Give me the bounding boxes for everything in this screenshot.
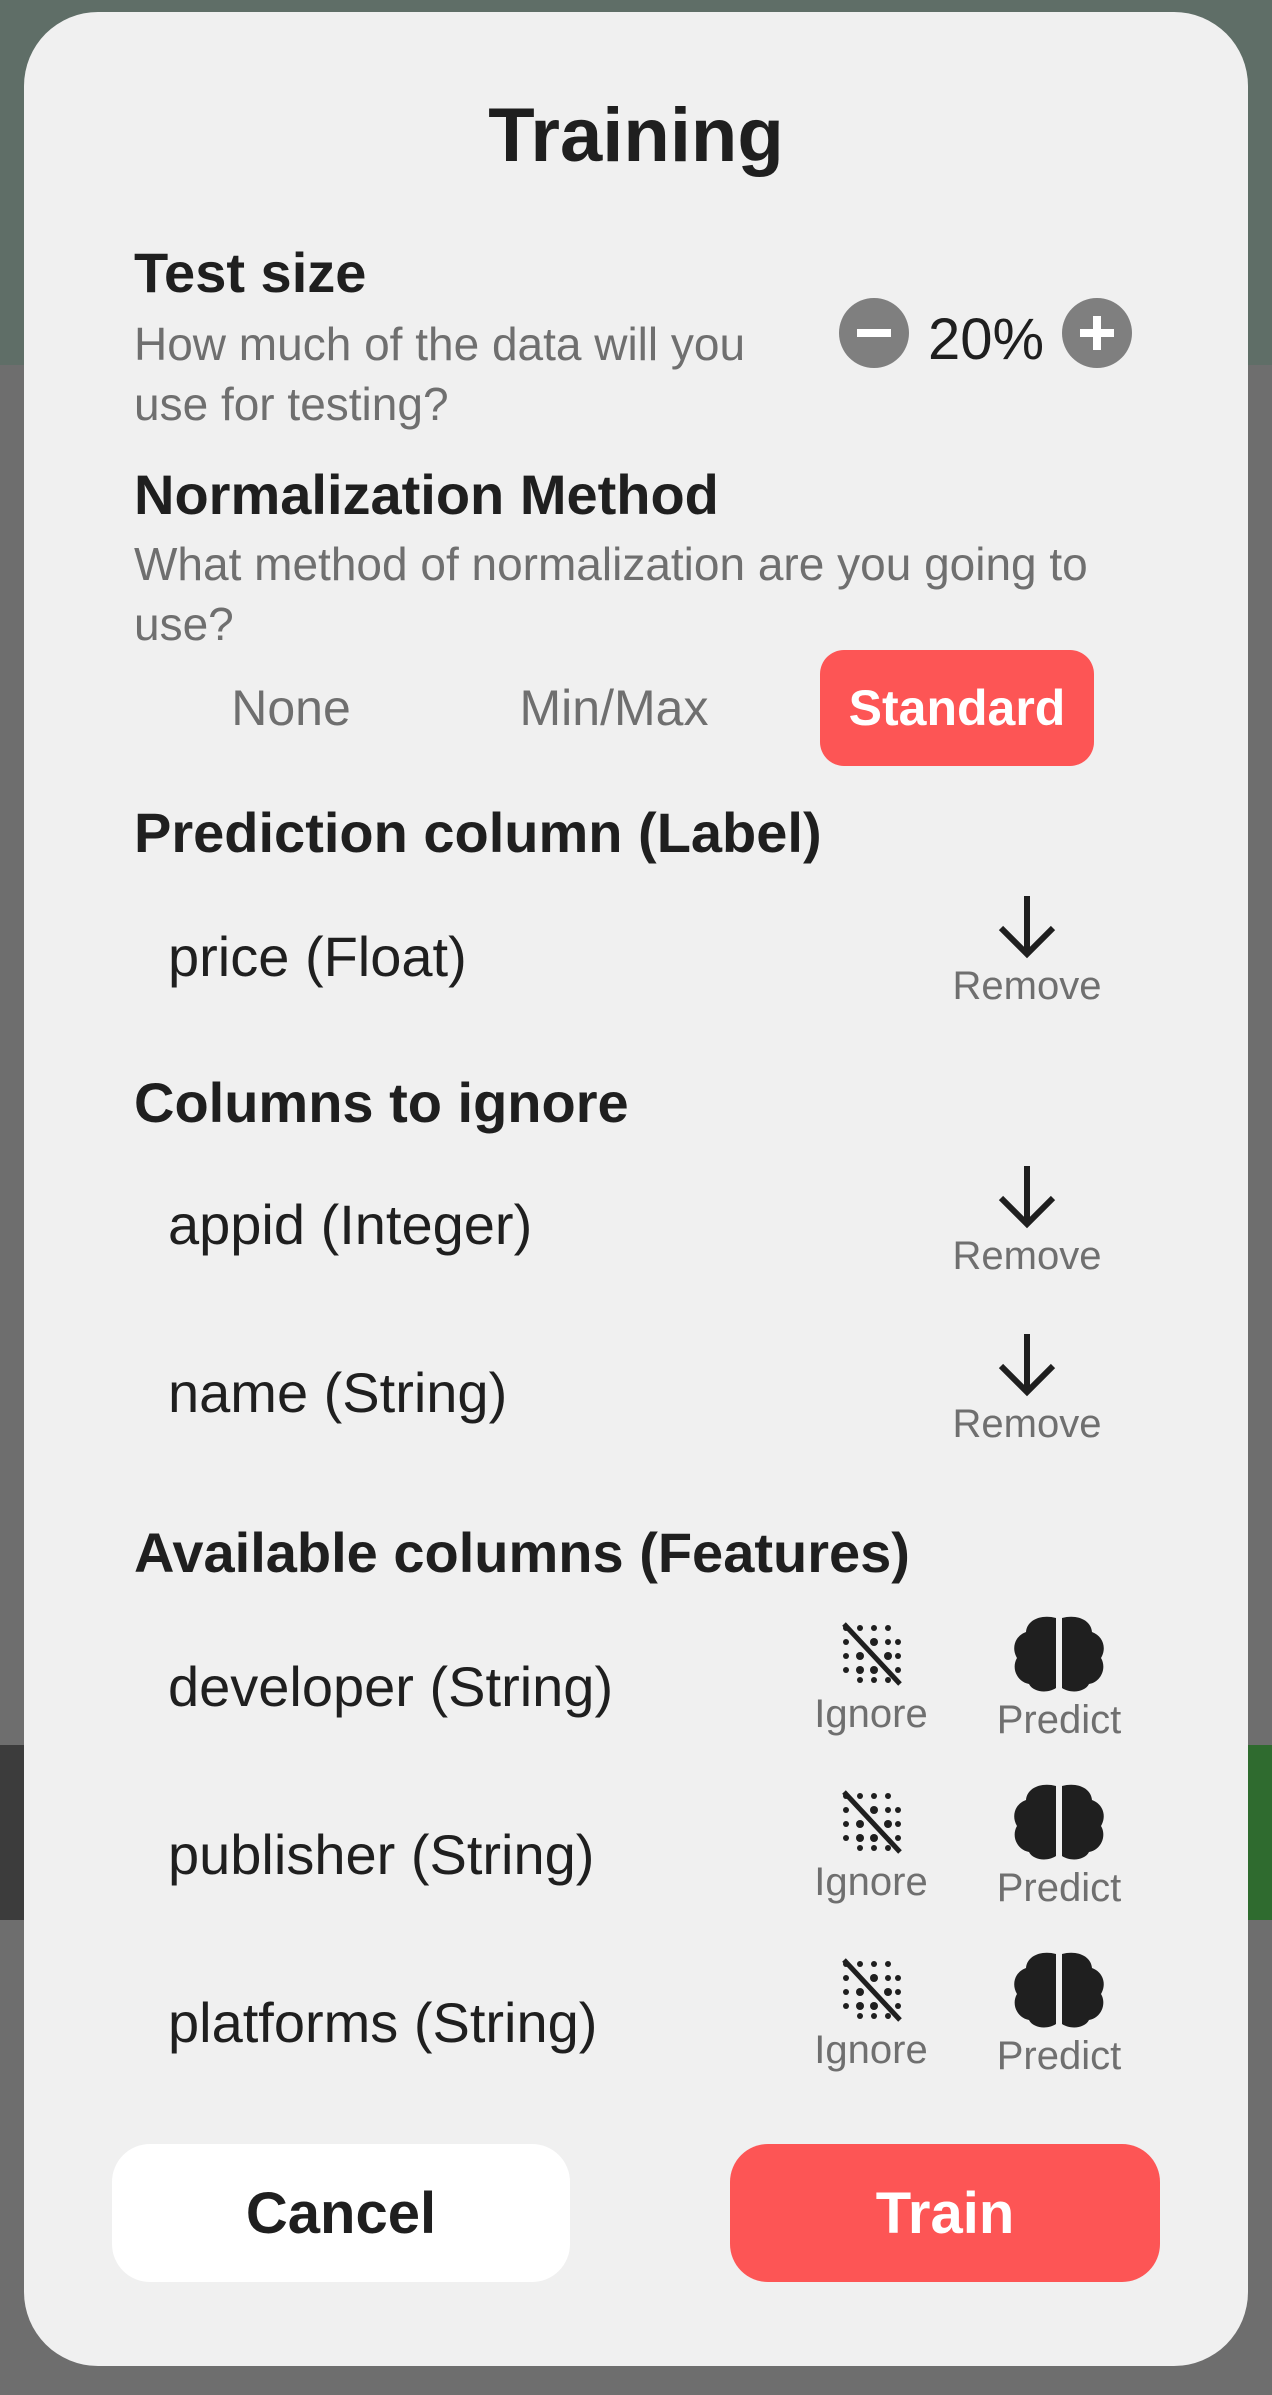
brain-icon <box>1014 1784 1104 1860</box>
normalization-heading: Normalization Method <box>134 463 719 526</box>
ignore-columns-heading: Columns to ignore <box>134 1071 629 1134</box>
test-size-heading: Test size <box>134 241 367 304</box>
remove-name-button[interactable]: Remove <box>942 1332 1112 1447</box>
ignore-column-item-appid: appid (Integer) <box>168 1193 533 1256</box>
predict-label: Predict <box>996 2034 1122 2078</box>
remove-appid-button[interactable]: Remove <box>942 1164 1112 1279</box>
test-size-description: How much of the data will you use for te… <box>134 318 746 430</box>
predict-label: Predict <box>996 1698 1122 1742</box>
train-button[interactable]: Train <box>730 2144 1160 2282</box>
predict-platforms-button[interactable]: Predict <box>974 1950 1144 2079</box>
normalization-option-none[interactable]: None <box>166 650 416 766</box>
training-dialog: Training Test size How much of the data … <box>24 12 1248 2366</box>
ignore-platforms-button[interactable]: Ignore <box>786 1954 956 2073</box>
prediction-column-item: price (Float) <box>168 925 467 988</box>
plus-circle-icon <box>1080 316 1114 350</box>
dialog-title: Training <box>488 93 784 178</box>
ignore-label: Ignore <box>814 2028 928 2072</box>
remove-label-button[interactable]: Remove <box>942 894 1112 1009</box>
brain-icon <box>1014 1952 1104 2028</box>
prediction-column-heading: Prediction column (Label) <box>134 801 822 864</box>
normalization-option-minmax[interactable]: Min/Max <box>454 650 774 766</box>
ignore-column-item-name: name (String) <box>168 1361 508 1424</box>
test-size-value: 20% <box>928 307 1045 372</box>
ignore-developer-button[interactable]: Ignore <box>786 1618 956 1737</box>
predict-label: Predict <box>996 1866 1122 1910</box>
ignore-publisher-button[interactable]: Ignore <box>786 1786 956 1905</box>
normalization-description: What method of normalization are you goi… <box>134 538 1088 650</box>
available-columns-heading: Available columns (Features) <box>134 1521 910 1584</box>
ignore-label: Ignore <box>814 1692 928 1736</box>
arrow-down-icon <box>998 1334 1056 1397</box>
cancel-button[interactable]: Cancel <box>112 2144 570 2282</box>
remove-label: Remove <box>952 1402 1102 1446</box>
minus-circle-icon <box>857 329 891 337</box>
ignore-label: Ignore <box>814 1860 928 1904</box>
increment-button[interactable] <box>1062 298 1132 368</box>
predict-publisher-button[interactable]: Predict <box>974 1782 1144 1911</box>
arrow-down-icon <box>998 896 1056 959</box>
dots-slash-icon <box>842 1790 902 1854</box>
remove-label: Remove <box>952 1234 1102 1278</box>
predict-developer-button[interactable]: Predict <box>974 1614 1144 1743</box>
available-column-item-developer: developer (String) <box>168 1655 614 1718</box>
available-column-item-publisher: publisher (String) <box>168 1823 595 1886</box>
brain-icon <box>1014 1616 1104 1692</box>
arrow-down-icon <box>998 1166 1056 1229</box>
dots-slash-icon <box>842 1958 902 2022</box>
dots-slash-icon <box>842 1622 902 1686</box>
decrement-button[interactable] <box>839 298 909 368</box>
remove-label: Remove <box>952 964 1102 1008</box>
available-column-item-platforms: platforms (String) <box>168 1991 598 2054</box>
normalization-option-standard[interactable]: Standard <box>820 650 1094 766</box>
